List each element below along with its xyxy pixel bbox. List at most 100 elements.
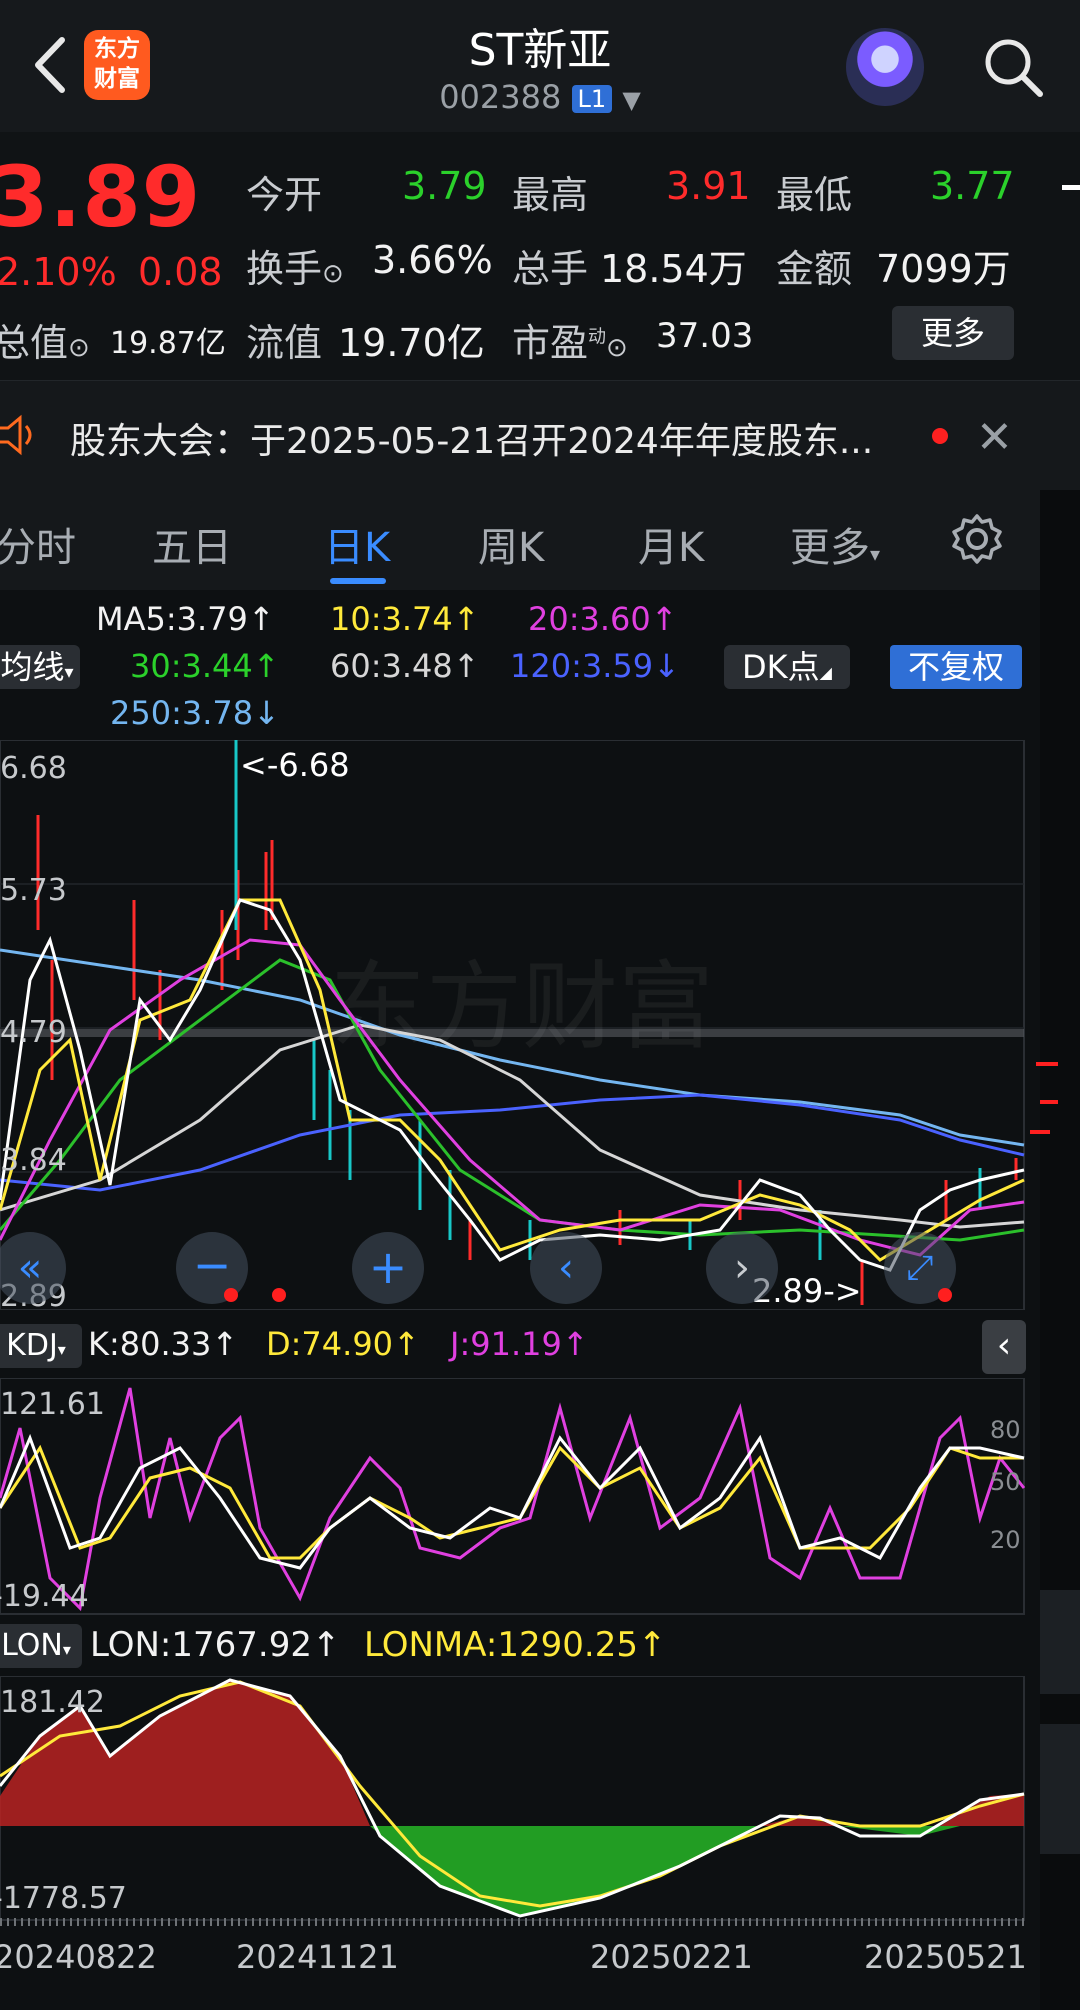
- pe-value: 37.03: [656, 316, 754, 356]
- ma120-line: [0, 1093, 1025, 1192]
- dropdown-icon: ▼: [622, 86, 641, 114]
- pan-left-button[interactable]: ‹: [530, 1232, 602, 1304]
- turnover-label[interactable]: 换手⊙: [246, 238, 344, 293]
- unread-dot: [932, 428, 948, 444]
- price-marker: [1036, 1062, 1058, 1066]
- lonma-value: LONMA:1290.25↑: [364, 1625, 667, 1665]
- time-axis-ticks: [0, 1918, 1024, 1926]
- ma250-value: 250:3.78↓: [110, 694, 280, 732]
- turnover-value: 3.66%: [372, 238, 493, 282]
- tab-week-k[interactable]: 周K: [478, 515, 544, 573]
- high-value: 3.91: [666, 164, 751, 208]
- level-badge: L1: [571, 85, 613, 113]
- dk-point-button[interactable]: DK点◢: [724, 645, 850, 689]
- chevron-right-icon: ›: [734, 1245, 750, 1291]
- total-cap-label[interactable]: 总值⊙: [0, 312, 90, 367]
- tab-day-k[interactable]: 日K: [324, 515, 390, 573]
- kdj-level: 50: [990, 1468, 1021, 1496]
- date-label: 20241121: [236, 1938, 399, 1976]
- lon-axis-bottom: -1778.57: [0, 1881, 127, 1916]
- pe-superscript: 动: [588, 326, 607, 348]
- info-icon: ⊙: [322, 259, 344, 289]
- float-cap-value: 19.70亿: [338, 321, 485, 365]
- open-value: 3.79: [402, 164, 487, 208]
- kline-axis-label: 4.79: [0, 1015, 67, 1050]
- double-chevron-left-icon: «: [17, 1245, 43, 1291]
- price-marker: [1040, 1100, 1058, 1104]
- date-label: 20250221: [590, 1938, 753, 1976]
- amount-label: 金额: [776, 247, 853, 291]
- event-marker[interactable]: [938, 1288, 952, 1302]
- kline-chart[interactable]: 东方财富 6.68 5.73 4.79 3.84 2.89 <-6.68 2.8…: [0, 740, 1030, 1310]
- gear-icon[interactable]: [950, 512, 1004, 566]
- search-icon[interactable]: [980, 34, 1046, 100]
- rewind-button[interactable]: «: [0, 1232, 66, 1304]
- lon-value: LON:1767.92↑: [90, 1625, 341, 1665]
- kline-axis-label: 3.84: [0, 1143, 67, 1178]
- speaker-icon: [0, 414, 32, 456]
- kdj-d-value: D:74.90↑: [266, 1325, 420, 1363]
- chevron-left-icon: ‹: [558, 1245, 574, 1291]
- kdj-axis-bottom: -19.44: [0, 1579, 89, 1614]
- high-label: 最高: [512, 173, 589, 217]
- notice-text[interactable]: 股东大会：于2025-05-21召开2024年年度股东...: [70, 412, 873, 464]
- dropdown-icon: ▾: [64, 662, 74, 683]
- event-marker[interactable]: [272, 1288, 286, 1302]
- plus-icon: +: [368, 1240, 408, 1294]
- pe-label[interactable]: 市盈动⊙: [512, 312, 628, 367]
- ma20-value: 20:3.60↑: [528, 600, 678, 638]
- more-button[interactable]: 更多: [892, 306, 1014, 360]
- tab-month-k[interactable]: 月K: [638, 515, 704, 573]
- kdj-indicator-dropdown[interactable]: KDJ▾: [0, 1324, 82, 1368]
- kline-axis-label: 6.68: [0, 751, 67, 786]
- lon-axis-top: 181.42: [0, 1685, 105, 1720]
- edge-mark: [1062, 185, 1080, 190]
- date-label: 20250521: [864, 1938, 1027, 1976]
- kdj-j-line: [0, 1387, 1026, 1612]
- dropdown-icon: ▾: [870, 542, 881, 566]
- event-marker[interactable]: [224, 1288, 238, 1302]
- change-percent: 2.10%: [0, 250, 117, 294]
- kline-axis-label: 5.73: [0, 873, 67, 908]
- svg-text:东方财富: 东方财富: [330, 951, 714, 1063]
- low-label: 最低: [776, 173, 853, 217]
- robot-assistant-avatar[interactable]: [846, 28, 924, 106]
- total-cap-value: 19.87亿: [110, 326, 226, 361]
- stock-code: 002388: [439, 78, 562, 116]
- current-price: 3.89: [0, 148, 202, 246]
- dropdown-icon: ▾: [57, 1340, 66, 1359]
- side-tab[interactable]: [1040, 1724, 1080, 1854]
- open-label: 今开: [246, 173, 323, 217]
- kdj-k-value: K:80.33↑: [88, 1325, 239, 1363]
- kdj-level: 20: [990, 1526, 1021, 1554]
- dropdown-icon: ▾: [62, 1640, 71, 1659]
- ma5-value: MA5:3.79↑: [96, 600, 275, 638]
- price-marker: [1030, 1130, 1050, 1134]
- chevron-left-icon: ‹: [996, 1325, 1012, 1366]
- change-amount: 0.08: [138, 250, 223, 294]
- tab-intraday[interactable]: 分时: [0, 515, 76, 573]
- ma30-value: 30:3.44↑: [130, 647, 280, 685]
- kdj-chart[interactable]: 121.61 -19.44 80 50 20: [0, 1378, 1030, 1616]
- side-tab[interactable]: [1040, 1590, 1080, 1694]
- tab-five-day[interactable]: 五日: [152, 515, 232, 573]
- minus-icon: −: [192, 1238, 232, 1292]
- info-icon: ⊙: [68, 333, 90, 363]
- amount-value: 7099万: [876, 247, 1011, 291]
- ma120-value: 120:3.59↓: [510, 647, 680, 685]
- ma-type-dropdown[interactable]: 均线▾: [0, 645, 80, 689]
- lon-indicator-dropdown[interactable]: LON▾: [0, 1624, 82, 1668]
- collapse-panel-button[interactable]: ‹: [982, 1320, 1026, 1374]
- low-value: 3.77: [930, 164, 1015, 208]
- pan-right-button[interactable]: ›: [706, 1232, 778, 1304]
- kdj-level: 80: [990, 1416, 1021, 1444]
- date-label: 20240822: [0, 1938, 157, 1976]
- tab-more[interactable]: 更多▾: [790, 515, 880, 573]
- zoom-in-button[interactable]: +: [352, 1232, 424, 1304]
- active-tab-indicator: [330, 578, 386, 584]
- volume-value: 18.54万: [600, 247, 747, 291]
- close-icon[interactable]: ✕: [976, 412, 1013, 463]
- adjust-mode-button[interactable]: 不复权: [890, 645, 1022, 689]
- kdj-axis-top: 121.61: [0, 1387, 105, 1422]
- lon-chart[interactable]: 181.42 -1778.57: [0, 1676, 1030, 1922]
